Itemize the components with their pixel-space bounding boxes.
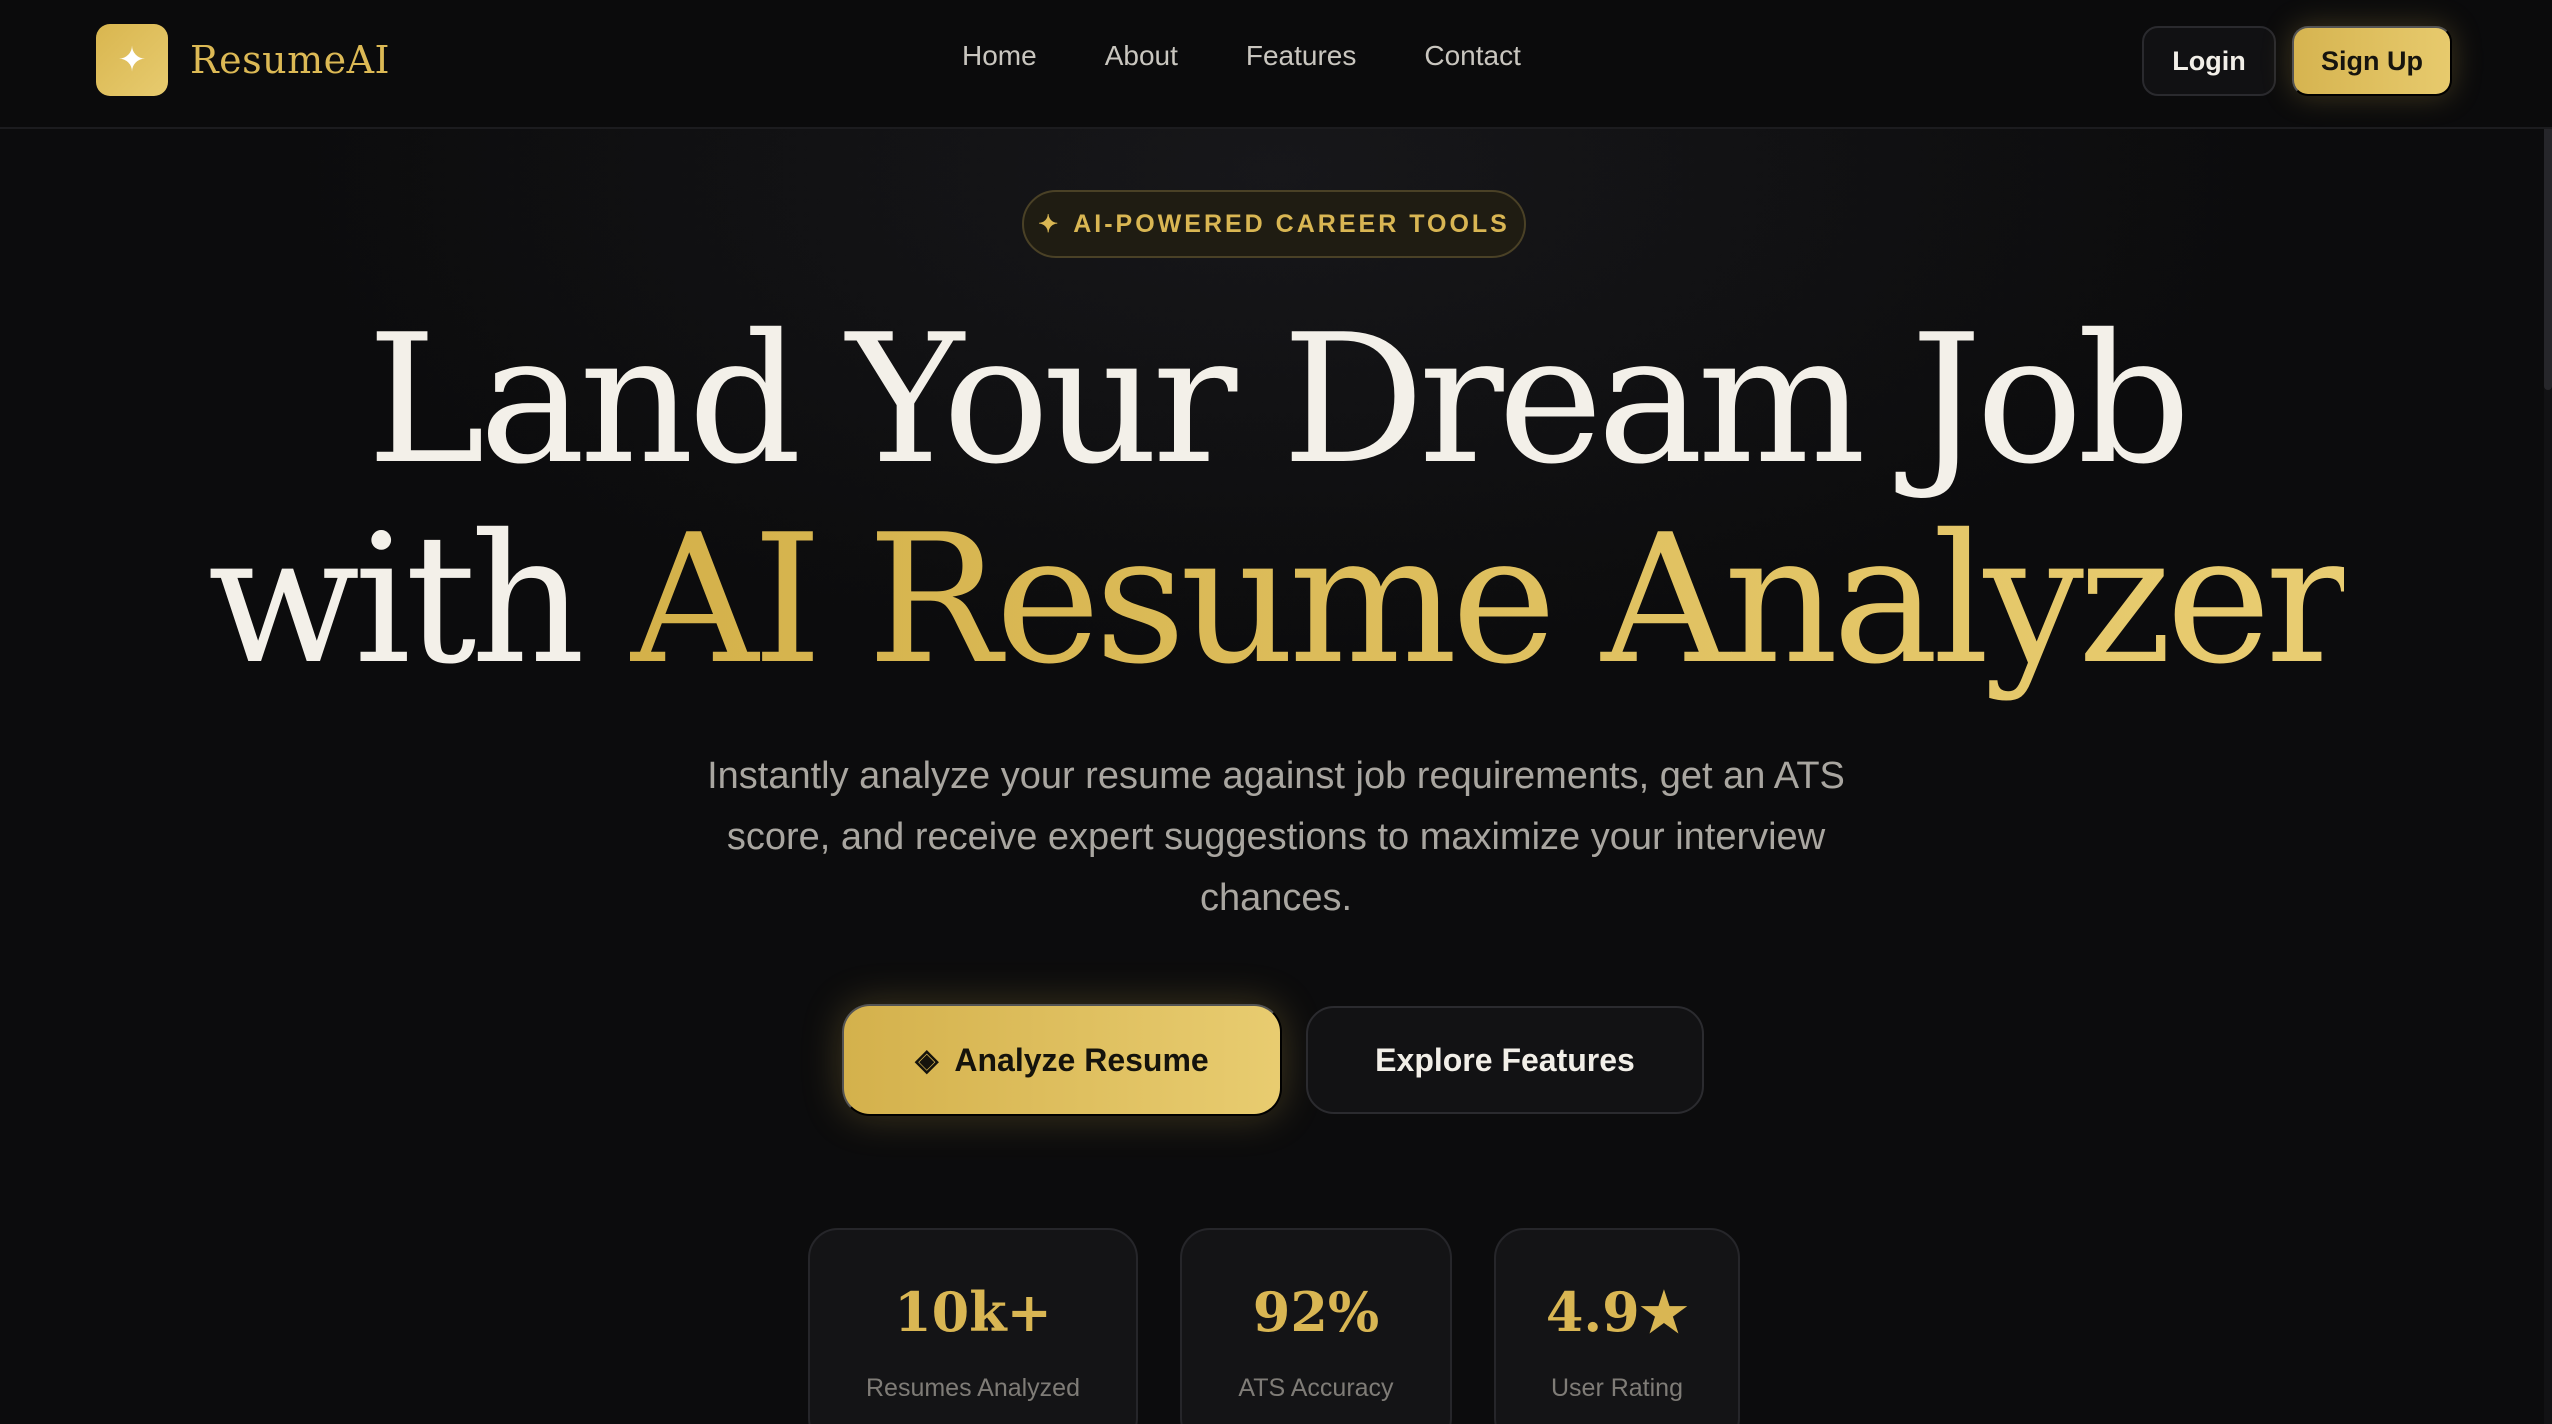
- sparkle-icon: ✦: [1038, 210, 1062, 238]
- stat-card-resumes: 10k+ Resumes Analyzed: [808, 1228, 1138, 1424]
- stat-value: 4.9★: [1545, 1280, 1689, 1344]
- diamond-icon: ◈: [915, 1043, 939, 1077]
- stat-card-rating: 4.9★ User Rating: [1494, 1228, 1740, 1424]
- brand-name: ResumeAI: [190, 38, 391, 82]
- stat-label: User Rating: [1551, 1374, 1683, 1402]
- headline-line1: Land Your Dream Job: [366, 296, 2191, 503]
- analyze-resume-button[interactable]: ◈ Analyze Resume: [842, 1004, 1282, 1116]
- nav-link-features[interactable]: Features: [1246, 40, 1357, 72]
- hero-tag-badge: ✦ AI-POWERED CAREER TOOLS: [1022, 190, 1526, 258]
- login-button[interactable]: Login: [2142, 26, 2276, 96]
- analyze-resume-label: Analyze Resume: [954, 1041, 1209, 1078]
- nav-link-home[interactable]: Home: [962, 40, 1037, 72]
- explore-features-button[interactable]: Explore Features: [1306, 1006, 1704, 1114]
- nav-link-contact[interactable]: Contact: [1424, 40, 1521, 72]
- nav-links: Home About Features Contact: [962, 40, 1521, 72]
- navbar: ✦ ResumeAI Home About Features Contact L…: [0, 0, 2552, 129]
- brand-logo[interactable]: ✦ ResumeAI: [96, 24, 390, 96]
- stat-value: 10k+: [894, 1280, 1052, 1344]
- stat-label: Resumes Analyzed: [865, 1374, 1080, 1402]
- hero-headline: Land Your Dream Job with AI Resume Analy…: [0, 300, 2552, 700]
- stat-card-accuracy: 92% ATS Accuracy: [1180, 1228, 1452, 1424]
- headline-highlight: AI Resume Analyzer: [629, 496, 2351, 703]
- stat-value: 92%: [1252, 1280, 1380, 1344]
- signup-button[interactable]: Sign Up: [2292, 26, 2452, 96]
- stat-label: ATS Accuracy: [1238, 1374, 1394, 1402]
- headline-line2-prefix: with: [207, 496, 585, 703]
- scrollbar[interactable]: [2544, 0, 2552, 1424]
- nav-link-about[interactable]: About: [1105, 40, 1178, 72]
- sparkle-icon: ✦: [96, 24, 168, 96]
- hero-subtitle: Instantly analyze your resume against jo…: [707, 755, 1845, 919]
- hero-tag-label: AI-POWERED CAREER TOOLS: [1073, 209, 1510, 238]
